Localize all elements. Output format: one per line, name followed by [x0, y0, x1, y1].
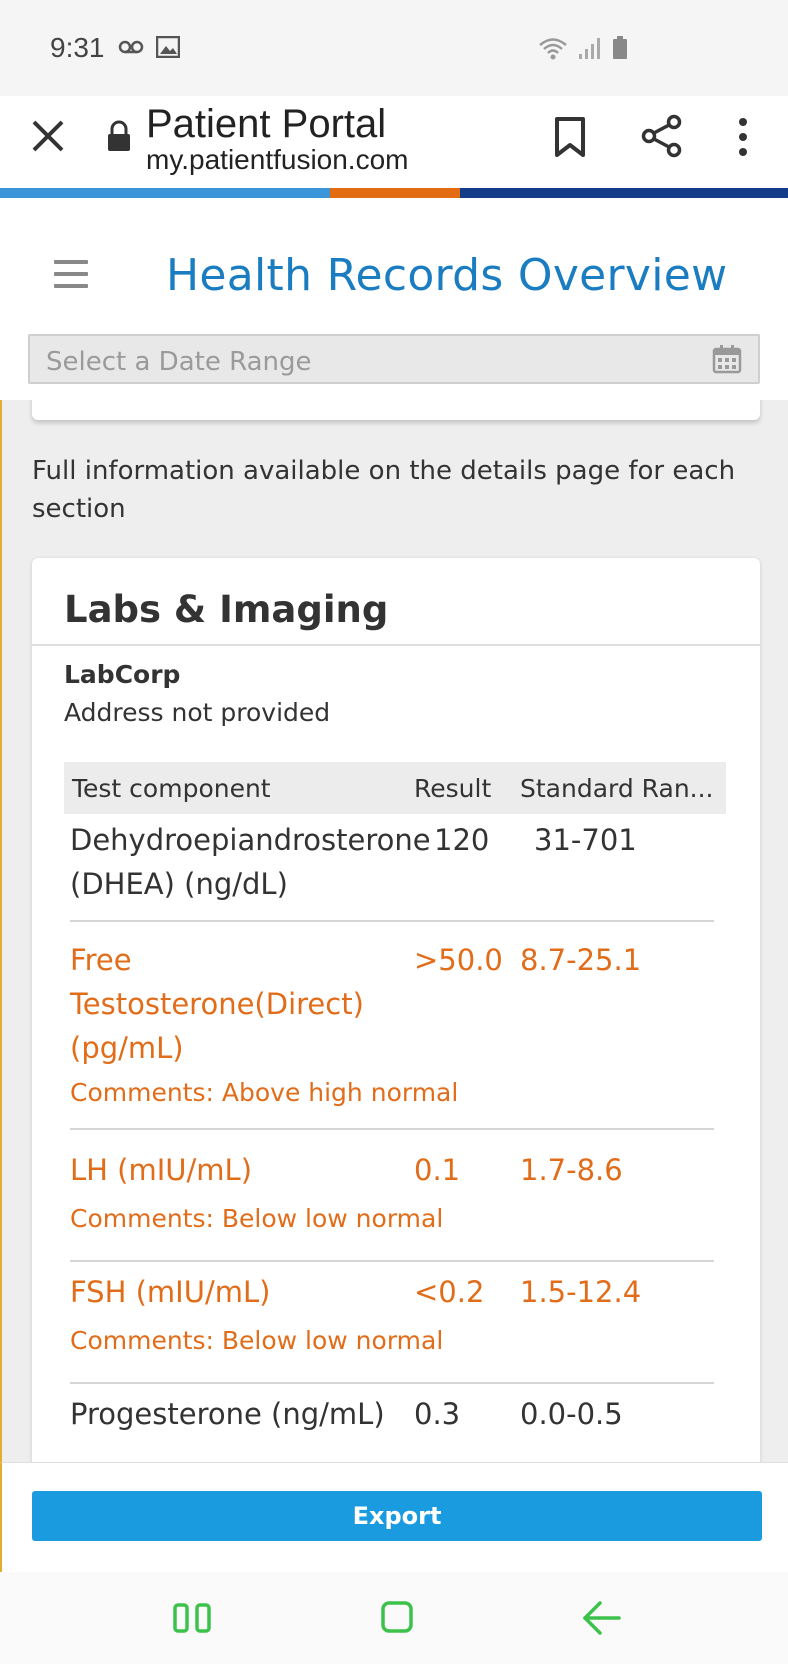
battery-icon [613, 36, 627, 59]
test-component: Free Testosterone(Direct) (pg/mL) [70, 943, 364, 1065]
table-row[interactable]: Free Testosterone(Direct) (pg/mL) >50.0 … [70, 938, 714, 1138]
page-title: Health Records Overview [166, 250, 728, 301]
system-nav-bar [0, 1572, 788, 1664]
browser-toolbar: Patient Portal my.patientfusion.com [0, 96, 788, 188]
share-icon[interactable] [640, 114, 684, 158]
more-vert-icon[interactable] [730, 116, 756, 158]
test-comment: Comments: Below low normal [70, 1204, 444, 1233]
test-component: LH (mIU/mL) [70, 1153, 253, 1187]
row-divider [70, 1382, 714, 1384]
back-icon[interactable] [582, 1600, 622, 1636]
test-range: 1.5-12.4 [520, 1275, 642, 1309]
records-scroll-area[interactable]: Full information available on the detail… [0, 400, 788, 1462]
labs-imaging-card: Labs & Imaging LabCorp Address not provi… [32, 558, 760, 1462]
row-divider [70, 1260, 714, 1262]
brand-bar-blue [0, 188, 330, 198]
test-result: 0.3 [414, 1397, 461, 1431]
url-bar[interactable]: my.patientfusion.com [146, 144, 409, 176]
export-button[interactable]: Export [32, 1491, 762, 1541]
test-result: >50.0 [414, 943, 503, 977]
test-range: 31-701 [534, 823, 637, 857]
card-divider [32, 644, 760, 646]
test-range: 1.7-8.6 [520, 1153, 623, 1187]
test-range: 8.7-25.1 [520, 943, 642, 977]
table-header: Test component Result Standard Ran... [64, 762, 726, 814]
column-header-component: Test component [72, 774, 271, 803]
table-row[interactable]: LH (mIU/mL) 0.1 1.7-8.6 Comments: Below … [70, 1148, 714, 1268]
table-row[interactable]: Progesterone (ng/mL) 0.3 0.0-0.5 [70, 1392, 714, 1452]
voicemail-icon [118, 40, 144, 54]
signal-icon [579, 38, 600, 59]
brand-bar-navy [460, 188, 788, 198]
info-text: Full information available on the detail… [32, 456, 736, 524]
recent-apps-icon[interactable] [172, 1602, 212, 1634]
lab-address: Address not provided [64, 698, 331, 727]
menu-icon[interactable] [54, 260, 88, 288]
row-divider [70, 920, 714, 922]
test-comment: Comments: Below low normal [70, 1326, 444, 1355]
lab-name: LabCorp [64, 660, 181, 689]
close-icon[interactable] [28, 116, 68, 156]
test-component: Progesterone (ng/mL) [70, 1397, 385, 1431]
brand-bar-orange [330, 188, 460, 198]
home-icon[interactable] [380, 1600, 414, 1634]
column-header-result: Result [414, 774, 492, 803]
test-result: 0.1 [414, 1153, 461, 1187]
image-icon [156, 36, 180, 58]
calendar-icon[interactable] [712, 344, 742, 374]
test-result: <0.2 [414, 1275, 485, 1309]
test-range: 0.0-0.5 [520, 1397, 623, 1431]
test-result: 120 [434, 823, 490, 857]
column-header-range: Standard Ran... [520, 774, 714, 803]
test-component: Dehydroepiandrosterone (DHEA) (ng/dL) [70, 823, 431, 901]
page-tab-title: Patient Portal [146, 102, 387, 146]
wifi-icon [539, 38, 567, 60]
date-range-input[interactable]: Select a Date Range [28, 334, 760, 384]
export-bar: Export [0, 1462, 788, 1572]
lock-icon [108, 120, 130, 151]
row-divider [70, 1128, 714, 1130]
table-row[interactable]: FSH (mIU/mL) <0.2 1.5-12.4 Comments: Bel… [70, 1270, 714, 1390]
brand-color-bar [0, 188, 788, 198]
test-comment: Comments: Above high normal [70, 1078, 459, 1107]
app-header: Health Records Overview Select a Date Ra… [0, 198, 788, 400]
bookmark-icon[interactable] [552, 116, 588, 158]
status-time: 9:31 [50, 32, 105, 63]
card-title[interactable]: Labs & Imaging [64, 588, 388, 631]
previous-card-edge [32, 400, 760, 420]
table-row[interactable]: Dehydroepiandrosterone (DHEA) (ng/dL) 12… [70, 818, 714, 922]
date-range-placeholder: Select a Date Range [46, 347, 312, 377]
status-bar: 9:31 [0, 0, 788, 96]
test-component: FSH (mIU/mL) [70, 1275, 271, 1309]
